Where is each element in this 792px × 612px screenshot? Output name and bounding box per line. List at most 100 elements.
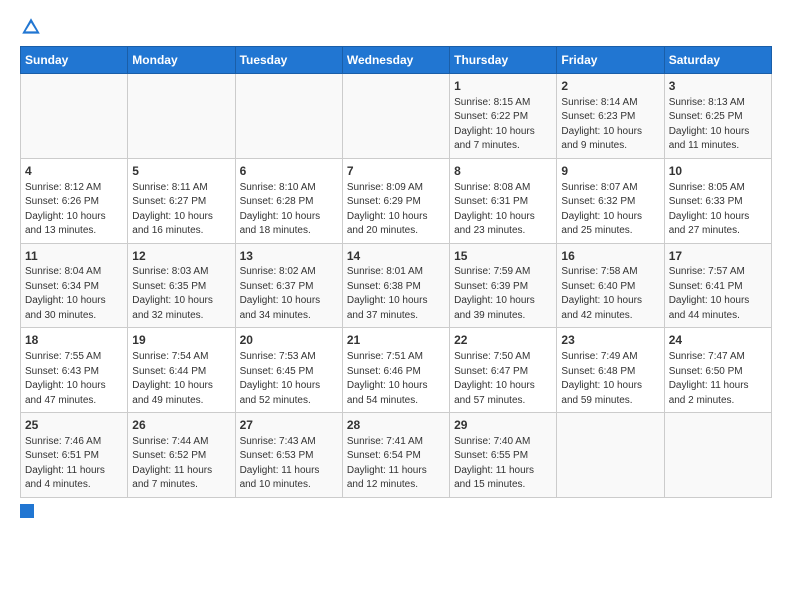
col-header-monday: Monday: [128, 47, 235, 74]
calendar-cell: [664, 413, 771, 498]
day-number: 16: [561, 248, 659, 265]
day-number: 14: [347, 248, 445, 265]
calendar-cell: 18Sunrise: 7:55 AMSunset: 6:43 PMDayligh…: [21, 328, 128, 413]
calendar-cell: 20Sunrise: 7:53 AMSunset: 6:45 PMDayligh…: [235, 328, 342, 413]
day-number: 9: [561, 163, 659, 180]
day-info: Sunrise: 8:09 AMSunset: 6:29 PMDaylight:…: [347, 181, 445, 239]
col-header-wednesday: Wednesday: [342, 47, 449, 74]
day-number: 23: [561, 332, 659, 349]
calendar-cell: 8Sunrise: 8:08 AMSunset: 6:31 PMDaylight…: [450, 158, 557, 243]
day-number: 26: [132, 417, 230, 434]
day-number: 3: [669, 78, 767, 95]
day-info: Sunrise: 8:01 AMSunset: 6:38 PMDaylight:…: [347, 265, 445, 323]
calendar-cell: 10Sunrise: 8:05 AMSunset: 6:33 PMDayligh…: [664, 158, 771, 243]
calendar-cell: 6Sunrise: 8:10 AMSunset: 6:28 PMDaylight…: [235, 158, 342, 243]
day-number: 17: [669, 248, 767, 265]
day-number: 15: [454, 248, 552, 265]
day-info: Sunrise: 7:50 AMSunset: 6:47 PMDaylight:…: [454, 350, 552, 408]
day-number: 10: [669, 163, 767, 180]
logo: [20, 16, 46, 38]
calendar-cell: 3Sunrise: 8:13 AMSunset: 6:25 PMDaylight…: [664, 74, 771, 159]
header-row: SundayMondayTuesdayWednesdayThursdayFrid…: [21, 47, 772, 74]
day-info: Sunrise: 7:46 AMSunset: 6:51 PMDaylight:…: [25, 435, 123, 493]
calendar-cell: [342, 74, 449, 159]
calendar-cell: 23Sunrise: 7:49 AMSunset: 6:48 PMDayligh…: [557, 328, 664, 413]
calendar-cell: 11Sunrise: 8:04 AMSunset: 6:34 PMDayligh…: [21, 243, 128, 328]
calendar-cell: 4Sunrise: 8:12 AMSunset: 6:26 PMDaylight…: [21, 158, 128, 243]
day-number: 19: [132, 332, 230, 349]
day-number: 24: [669, 332, 767, 349]
calendar-cell: 24Sunrise: 7:47 AMSunset: 6:50 PMDayligh…: [664, 328, 771, 413]
day-info: Sunrise: 7:49 AMSunset: 6:48 PMDaylight:…: [561, 350, 659, 408]
col-header-tuesday: Tuesday: [235, 47, 342, 74]
day-number: 13: [240, 248, 338, 265]
calendar-cell: 21Sunrise: 7:51 AMSunset: 6:46 PMDayligh…: [342, 328, 449, 413]
week-row-5: 25Sunrise: 7:46 AMSunset: 6:51 PMDayligh…: [21, 413, 772, 498]
calendar-cell: 9Sunrise: 8:07 AMSunset: 6:32 PMDaylight…: [557, 158, 664, 243]
calendar-cell: 25Sunrise: 7:46 AMSunset: 6:51 PMDayligh…: [21, 413, 128, 498]
calendar-cell: 1Sunrise: 8:15 AMSunset: 6:22 PMDaylight…: [450, 74, 557, 159]
day-number: 8: [454, 163, 552, 180]
day-info: Sunrise: 8:08 AMSunset: 6:31 PMDaylight:…: [454, 181, 552, 239]
day-number: 4: [25, 163, 123, 180]
footer: [20, 504, 772, 518]
day-number: 29: [454, 417, 552, 434]
calendar-cell: 19Sunrise: 7:54 AMSunset: 6:44 PMDayligh…: [128, 328, 235, 413]
day-number: 11: [25, 248, 123, 265]
week-row-4: 18Sunrise: 7:55 AMSunset: 6:43 PMDayligh…: [21, 328, 772, 413]
calendar-cell: 2Sunrise: 8:14 AMSunset: 6:23 PMDaylight…: [557, 74, 664, 159]
calendar-cell: 28Sunrise: 7:41 AMSunset: 6:54 PMDayligh…: [342, 413, 449, 498]
calendar-cell: [128, 74, 235, 159]
calendar-cell: 16Sunrise: 7:58 AMSunset: 6:40 PMDayligh…: [557, 243, 664, 328]
calendar-cell: 7Sunrise: 8:09 AMSunset: 6:29 PMDaylight…: [342, 158, 449, 243]
day-number: 27: [240, 417, 338, 434]
day-number: 21: [347, 332, 445, 349]
col-header-thursday: Thursday: [450, 47, 557, 74]
day-number: 7: [347, 163, 445, 180]
day-info: Sunrise: 7:43 AMSunset: 6:53 PMDaylight:…: [240, 435, 338, 493]
page-header: [20, 16, 772, 38]
day-number: 20: [240, 332, 338, 349]
day-info: Sunrise: 8:04 AMSunset: 6:34 PMDaylight:…: [25, 265, 123, 323]
day-info: Sunrise: 7:51 AMSunset: 6:46 PMDaylight:…: [347, 350, 445, 408]
day-info: Sunrise: 7:54 AMSunset: 6:44 PMDaylight:…: [132, 350, 230, 408]
day-info: Sunrise: 8:05 AMSunset: 6:33 PMDaylight:…: [669, 181, 767, 239]
day-number: 6: [240, 163, 338, 180]
col-header-saturday: Saturday: [664, 47, 771, 74]
calendar-cell: 14Sunrise: 8:01 AMSunset: 6:38 PMDayligh…: [342, 243, 449, 328]
day-info: Sunrise: 8:15 AMSunset: 6:22 PMDaylight:…: [454, 96, 552, 154]
day-info: Sunrise: 7:44 AMSunset: 6:52 PMDaylight:…: [132, 435, 230, 493]
calendar-header: SundayMondayTuesdayWednesdayThursdayFrid…: [21, 47, 772, 74]
day-info: Sunrise: 7:53 AMSunset: 6:45 PMDaylight:…: [240, 350, 338, 408]
calendar-cell: 13Sunrise: 8:02 AMSunset: 6:37 PMDayligh…: [235, 243, 342, 328]
calendar-body: 1Sunrise: 8:15 AMSunset: 6:22 PMDaylight…: [21, 74, 772, 498]
day-info: Sunrise: 7:55 AMSunset: 6:43 PMDaylight:…: [25, 350, 123, 408]
day-number: 28: [347, 417, 445, 434]
day-info: Sunrise: 7:41 AMSunset: 6:54 PMDaylight:…: [347, 435, 445, 493]
col-header-friday: Friday: [557, 47, 664, 74]
day-number: 1: [454, 78, 552, 95]
logo-icon: [20, 16, 42, 38]
day-info: Sunrise: 8:02 AMSunset: 6:37 PMDaylight:…: [240, 265, 338, 323]
calendar-page: SundayMondayTuesdayWednesdayThursdayFrid…: [0, 0, 792, 528]
calendar-cell: 15Sunrise: 7:59 AMSunset: 6:39 PMDayligh…: [450, 243, 557, 328]
day-info: Sunrise: 7:40 AMSunset: 6:55 PMDaylight:…: [454, 435, 552, 493]
day-number: 12: [132, 248, 230, 265]
calendar-cell: [21, 74, 128, 159]
calendar-cell: [557, 413, 664, 498]
week-row-3: 11Sunrise: 8:04 AMSunset: 6:34 PMDayligh…: [21, 243, 772, 328]
day-info: Sunrise: 7:57 AMSunset: 6:41 PMDaylight:…: [669, 265, 767, 323]
day-info: Sunrise: 7:59 AMSunset: 6:39 PMDaylight:…: [454, 265, 552, 323]
calendar-cell: 26Sunrise: 7:44 AMSunset: 6:52 PMDayligh…: [128, 413, 235, 498]
day-info: Sunrise: 7:47 AMSunset: 6:50 PMDaylight:…: [669, 350, 767, 408]
day-info: Sunrise: 8:07 AMSunset: 6:32 PMDaylight:…: [561, 181, 659, 239]
week-row-2: 4Sunrise: 8:12 AMSunset: 6:26 PMDaylight…: [21, 158, 772, 243]
day-number: 2: [561, 78, 659, 95]
day-info: Sunrise: 8:11 AMSunset: 6:27 PMDaylight:…: [132, 181, 230, 239]
calendar-table: SundayMondayTuesdayWednesdayThursdayFrid…: [20, 46, 772, 498]
day-info: Sunrise: 8:13 AMSunset: 6:25 PMDaylight:…: [669, 96, 767, 154]
day-info: Sunrise: 8:12 AMSunset: 6:26 PMDaylight:…: [25, 181, 123, 239]
week-row-1: 1Sunrise: 8:15 AMSunset: 6:22 PMDaylight…: [21, 74, 772, 159]
day-number: 25: [25, 417, 123, 434]
day-number: 22: [454, 332, 552, 349]
